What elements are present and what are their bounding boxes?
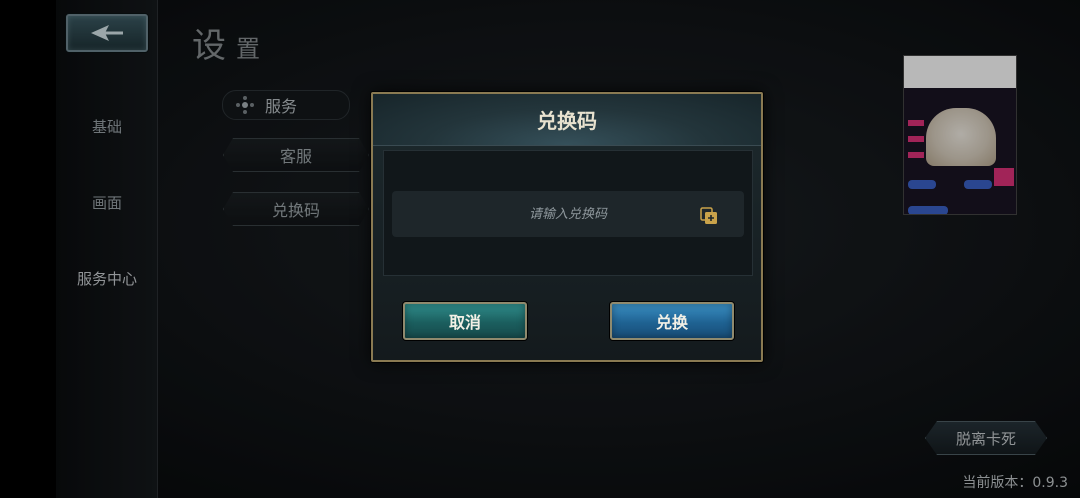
redeem-button-label: 兑换 (655, 313, 688, 332)
cancel-button[interactable]: 取消 (403, 302, 527, 340)
cancel-button-label: 取消 (448, 313, 481, 332)
game-settings-screen: 基础 画面 服务中心 设置 服务 客服 兑换码 脱离卡死 当前版本：0.9.3 (0, 0, 1080, 498)
paste-icon[interactable] (700, 207, 718, 225)
redeem-code-dialog: 兑换码 取消 兑换 (371, 92, 763, 362)
dialog-body (383, 150, 753, 276)
dialog-header: 兑换码 (373, 94, 761, 146)
redeem-button[interactable]: 兑换 (610, 302, 734, 340)
redeem-code-input[interactable] (392, 191, 744, 237)
dialog-title: 兑换码 (537, 109, 597, 133)
